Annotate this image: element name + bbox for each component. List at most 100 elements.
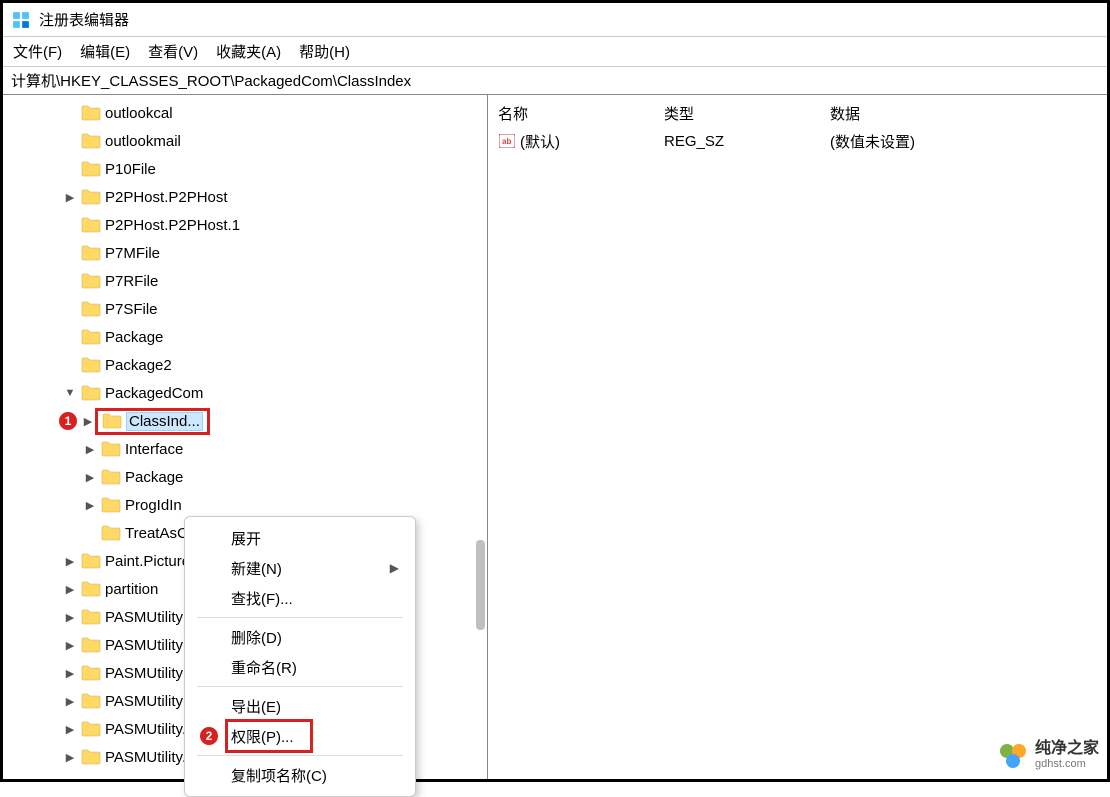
expander-icon[interactable]: ▶ [63,751,77,764]
menu-item-label: 删除(D) [231,627,282,648]
tree-label: P7SFile [105,301,158,318]
folder-icon [81,329,101,345]
col-header-data[interactable]: 数据 [830,103,1107,124]
value-data: (数值未设置) [830,131,1107,152]
watermark-url: gdhst.com [1035,758,1099,770]
tree-label: outlookmail [105,133,181,150]
col-header-name[interactable]: 名称 [498,103,664,124]
expander-icon[interactable]: ▶ [63,611,77,624]
callout-badge: 1 [59,412,77,430]
context-menu-item[interactable]: 删除(D) [185,622,415,652]
tree-label: ClassInd... [126,412,203,431]
folder-icon [81,133,101,149]
tree-item[interactable]: ▶ ProgIdIn [3,491,487,519]
context-menu-item[interactable]: 重命名(R) [185,652,415,682]
folder-icon [81,273,101,289]
folder-icon [81,553,101,569]
regedit-icon [11,10,31,30]
context-menu-item[interactable]: 复制项名称(C) [185,760,415,790]
tree-item[interactable]: P10File [3,155,487,183]
folder-icon [81,301,101,317]
folder-icon [101,497,121,513]
tree-item[interactable]: ▼ PackagedCom [3,379,487,407]
menu-favorites[interactable]: 收藏夹(A) [216,41,281,62]
address-bar[interactable]: 计算机\HKEY_CLASSES_ROOT\PackagedCom\ClassI… [3,67,1107,95]
tree-item[interactable]: 1 ▶ ClassInd... [3,407,487,435]
folder-icon [102,413,122,429]
folder-icon [81,161,101,177]
tree-item[interactable]: Package [3,323,487,351]
tree-label: Package [125,469,183,486]
tree-item[interactable]: outlookcal [3,99,487,127]
tree-label: outlookcal [105,105,173,122]
value-type: REG_SZ [664,133,830,150]
menu-item-label: 展开 [231,528,261,549]
tree-item[interactable]: P2PHost.P2PHost.1 [3,211,487,239]
context-menu-item[interactable]: 导出(E) [185,691,415,721]
menu-separator [197,686,403,687]
expander-icon[interactable]: ▶ [63,583,77,596]
scrollbar-thumb[interactable] [476,540,485,630]
tree-item[interactable]: ▶ Package [3,463,487,491]
tree-label: PASMUtility [105,637,183,654]
expander-icon[interactable]: ▶ [63,191,77,204]
tree-label: partition [105,581,158,598]
tree-label: P2PHost.P2PHost.1 [105,217,240,234]
titlebar: 注册表编辑器 [3,3,1107,37]
folder-icon [81,749,101,765]
svg-text:ab: ab [502,137,511,146]
menu-item-label: 复制项名称(C) [231,765,327,786]
expander-icon[interactable]: ▶ [63,667,77,680]
expander-icon[interactable]: ▶ [63,639,77,652]
folder-icon [101,469,121,485]
list-row[interactable]: ab (默认) REG_SZ (数值未设置) [488,127,1107,155]
context-menu-item[interactable]: 2权限(P)... [185,721,415,751]
menu-help[interactable]: 帮助(H) [299,41,350,62]
watermark-logo-icon [997,739,1029,771]
menu-view[interactable]: 查看(V) [148,41,198,62]
context-menu-item[interactable]: 新建(N)▶ [185,553,415,583]
tree-item[interactable]: P7SFile [3,295,487,323]
watermark: 纯净之家 gdhst.com [997,739,1099,771]
list-header: 名称 类型 数据 [488,99,1107,127]
expander-icon[interactable]: ▶ [83,471,97,484]
tree-item[interactable]: P7RFile [3,267,487,295]
menu-separator [197,617,403,618]
tree-item[interactable]: Package2 [3,351,487,379]
tree-label: PASMUtility [105,665,183,682]
tree-label: ProgIdIn [125,497,182,514]
menubar: 文件(F) 编辑(E) 查看(V) 收藏夹(A) 帮助(H) [3,37,1107,67]
expander-icon[interactable]: ▶ [81,415,95,428]
reg-string-icon: ab [498,133,516,149]
tree-label: PASMUtility [105,693,183,710]
list-pane: 名称 类型 数据 ab (默认) REG_SZ (数值未设置) [488,95,1107,779]
menu-file[interactable]: 文件(F) [13,41,62,62]
col-header-type[interactable]: 类型 [664,103,830,124]
expander-icon[interactable]: ▶ [63,555,77,568]
tree-item[interactable]: P7MFile [3,239,487,267]
folder-icon [81,245,101,261]
expander-icon[interactable]: ▶ [63,723,77,736]
menu-edit[interactable]: 编辑(E) [80,41,130,62]
folder-icon [81,609,101,625]
menu-item-label: 查找(F)... [231,588,293,609]
menu-separator [197,755,403,756]
folder-icon [81,581,101,597]
expander-icon[interactable]: ▶ [63,695,77,708]
tree-item[interactable]: ▶Interface [3,435,487,463]
menu-item-label: 重命名(R) [231,657,297,678]
context-menu-item[interactable]: 查找(F)... [185,583,415,613]
expander-icon[interactable]: ▶ [83,443,97,456]
expander-icon[interactable]: ▼ [63,387,77,399]
expander-icon[interactable]: ▶ [83,499,97,512]
tree-label: Package [105,329,163,346]
tree-label: P7MFile [105,245,160,262]
folder-icon [81,105,101,121]
tree-item[interactable]: outlookmail [3,127,487,155]
address-text: 计算机\HKEY_CLASSES_ROOT\PackagedCom\ClassI… [11,70,411,91]
folder-icon [81,637,101,653]
tree-label: PackagedCom [105,385,203,402]
context-menu-item[interactable]: 展开 [185,523,415,553]
tree-label: PASMUtility [105,609,183,626]
tree-item[interactable]: ▶P2PHost.P2PHost [3,183,487,211]
